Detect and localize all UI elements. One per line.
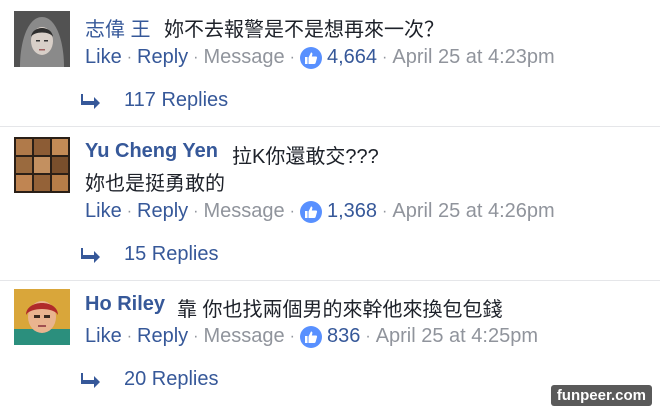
separator-dot: · <box>289 327 295 345</box>
separator-dot: · <box>193 327 199 345</box>
view-replies-link[interactable]: 117 Replies <box>80 89 228 112</box>
separator-dot: · <box>289 48 295 66</box>
separator-dot: · <box>365 327 371 345</box>
separator-dot: · <box>126 327 133 345</box>
replies-count[interactable]: 117 Replies <box>124 89 228 112</box>
reply-link[interactable]: Reply <box>137 200 188 223</box>
separator-dot: · <box>126 48 133 66</box>
comment-timestamp[interactable]: April 25 at 4:25pm <box>376 325 538 348</box>
thumbs-up-icon[interactable] <box>299 200 322 223</box>
reply-arrow-icon <box>81 247 100 263</box>
comment-text: 拉K你還敢交??? <box>232 146 379 168</box>
separator-dot: · <box>126 202 133 220</box>
comment-timestamp[interactable]: April 25 at 4:26pm <box>392 200 554 223</box>
replies-count[interactable]: 15 Replies <box>124 243 219 266</box>
comment-author[interactable]: Yu Cheng Yen <box>85 140 218 163</box>
separator-dot: · <box>289 202 295 220</box>
like-link[interactable]: Like <box>85 46 122 69</box>
like-count[interactable]: 836 <box>327 325 360 348</box>
reply-arrow-icon <box>81 372 100 388</box>
reply-link[interactable]: Reply <box>137 325 188 348</box>
comment-actions: Like · Reply · Message · 4,664 · April 2… <box>85 46 555 69</box>
like-link[interactable]: Like <box>85 200 122 223</box>
avatar[interactable] <box>14 289 70 345</box>
separator-dot: · <box>382 202 388 220</box>
replies-count[interactable]: 20 Replies <box>124 368 219 391</box>
comment-timestamp[interactable]: April 25 at 4:23pm <box>392 46 554 69</box>
comment-author[interactable]: 志偉 王 <box>85 13 151 42</box>
reply-link[interactable]: Reply <box>137 46 188 69</box>
message-link[interactable]: Message <box>204 46 285 69</box>
thumbs-up-icon[interactable] <box>299 46 322 69</box>
view-replies-link[interactable]: 15 Replies <box>80 243 219 266</box>
avatar[interactable] <box>14 11 70 67</box>
reply-arrow-icon <box>81 93 100 109</box>
watermark: funpeer.com <box>550 385 652 406</box>
separator-dot: · <box>193 48 199 66</box>
divider <box>0 280 660 281</box>
comment-text: 靠 你也找兩個男的來幹他來換包包錢 <box>177 299 503 321</box>
comment-actions: Like · Reply · Message · 836 · April 25 … <box>85 325 538 348</box>
avatar[interactable] <box>14 137 70 193</box>
like-link[interactable]: Like <box>85 325 122 348</box>
like-count[interactable]: 1,368 <box>327 200 377 223</box>
separator-dot: · <box>193 202 199 220</box>
view-replies-link[interactable]: 20 Replies <box>80 368 219 391</box>
message-link[interactable]: Message <box>204 200 285 223</box>
like-count[interactable]: 4,664 <box>327 46 377 69</box>
thumbs-up-icon[interactable] <box>299 325 322 348</box>
comment-text: 妳也是挺勇敢的 <box>85 173 225 195</box>
comment-author[interactable]: Ho Riley <box>85 293 165 316</box>
divider <box>0 126 660 127</box>
message-link[interactable]: Message <box>204 325 285 348</box>
comment-actions: Like · Reply · Message · 1,368 · April 2… <box>85 200 555 223</box>
separator-dot: · <box>382 48 388 66</box>
comment-text: 妳不去報警是不是想再來一次？ <box>164 19 444 41</box>
